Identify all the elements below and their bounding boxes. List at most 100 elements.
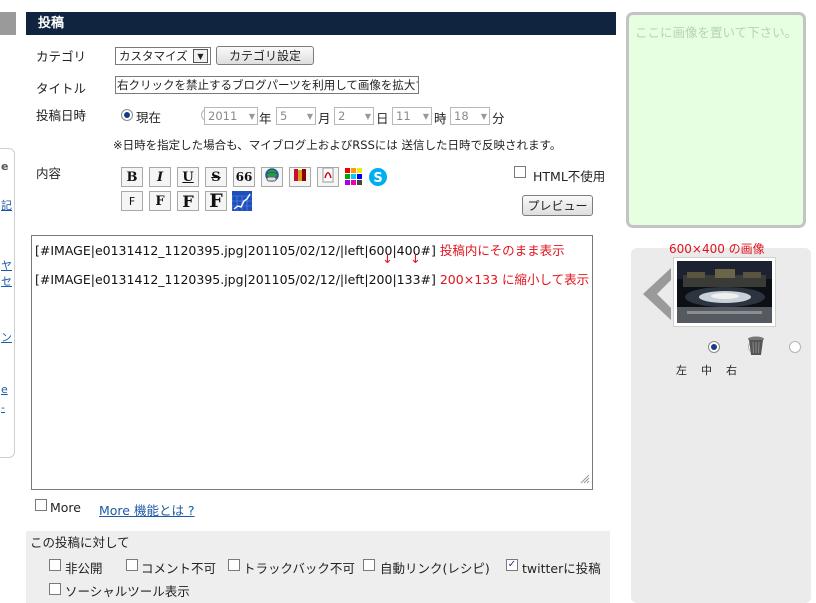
file-attach-button[interactable]: [317, 167, 339, 187]
title-input[interactable]: 右クリックを禁止するブログパーツを利用して画像を拡大する: [115, 76, 419, 94]
no-trackback-checkbox[interactable]: [228, 559, 240, 571]
hour-suffix: 時: [434, 111, 447, 126]
font-size-custom-button[interactable]: [231, 191, 252, 214]
align-right-label: 右: [726, 364, 737, 377]
arrow-down-icon: ↓: [382, 252, 393, 267]
year-value: 2011: [208, 109, 238, 123]
image-caption: 600×400 の画像: [669, 242, 765, 256]
preview-button[interactable]: プレビュー: [522, 195, 593, 216]
annotation-resized: 200×133 に縮小して表示: [439, 272, 590, 287]
html-disable-checkbox[interactable]: [514, 166, 526, 178]
chevron-down-icon: ▼: [364, 111, 371, 121]
image-tag-resized: [#IMAGE|e0131412_1120395.jpg|201105/02/1…: [35, 272, 436, 287]
datetime-now-label: 現在: [136, 110, 162, 125]
minute-value: 18: [454, 109, 469, 123]
social-tools-label: ソーシャルツール表示: [65, 584, 190, 599]
font-size-normal-button[interactable]: F: [149, 191, 171, 211]
sidebar-link-fragment[interactable]: 記: [1, 197, 12, 213]
image-tag-original: [#IMAGE|e0131412_1120395.jpg|201105/02/1…: [35, 243, 436, 258]
auto-link-checkbox[interactable]: [363, 559, 375, 571]
image-thumbnail[interactable]: [673, 257, 776, 327]
font-size-smaller-button[interactable]: F: [121, 191, 143, 211]
chevron-down-icon: ▼: [306, 111, 313, 121]
editor-line-2: [#IMAGE|e0131412_1120395.jpg|201105/02/1…: [35, 269, 589, 288]
title-label: タイトル: [36, 81, 87, 96]
align-center-label: 中: [701, 364, 712, 377]
content-editor[interactable]: [#IMAGE|e0131412_1120395.jpg|201105/02/1…: [31, 235, 593, 490]
color-grid-icon: [345, 168, 363, 189]
underline-button[interactable]: U: [177, 167, 199, 187]
chevron-down-icon: ▼: [480, 111, 487, 121]
night-fountain-photo: [677, 261, 772, 323]
sidebar-link-fragment[interactable]: ン: [1, 329, 12, 345]
skype-icon: S: [367, 168, 389, 191]
private-label: 非公開: [65, 561, 103, 576]
day-suffix: 日: [376, 111, 389, 126]
datetime-now-radio[interactable]: [121, 109, 133, 121]
twitter-label: twitterに投稿: [522, 561, 601, 576]
no-comment-label: コメント不可: [141, 561, 217, 576]
auto-link-label: 自動リンク(レシピ): [380, 561, 490, 576]
category-settings-button[interactable]: カテゴリ設定: [216, 46, 314, 65]
trash-can-icon: [747, 336, 765, 359]
no-comment-checkbox[interactable]: [126, 559, 138, 571]
emoji-button[interactable]: [289, 167, 311, 187]
sidebar-fragment: e: [1, 160, 9, 173]
sidebar-link-fragment[interactable]: セ: [1, 273, 12, 289]
datetime-label: 投稿日時: [36, 108, 87, 123]
sidebar-link-fragment[interactable]: e: [1, 383, 8, 396]
svg-text:S: S: [373, 171, 382, 186]
image-drop-zone[interactable]: ここに画像を置いて下さい。: [626, 12, 806, 228]
hour-select[interactable]: 11 ▼: [392, 107, 432, 125]
more-help-link[interactable]: More 機能とは ?: [99, 500, 195, 519]
italic-button[interactable]: I: [149, 167, 171, 187]
social-tools-checkbox[interactable]: [49, 583, 61, 595]
editor-line-1: [#IMAGE|e0131412_1120395.jpg|201105/02/1…: [35, 240, 565, 259]
sidebar-link-fragment[interactable]: -: [1, 401, 5, 414]
sidebar-link-fragment[interactable]: ヤ: [1, 257, 12, 273]
year-select[interactable]: 2011 ▼: [204, 107, 258, 125]
post-options-heading: この投稿に対して: [30, 535, 130, 550]
section-header: 投稿: [26, 12, 616, 35]
annotation-original: 投稿内にそのまま表示: [439, 243, 565, 258]
twitter-checkbox[interactable]: ✓: [506, 559, 518, 571]
month-suffix: 月: [318, 111, 331, 126]
chevron-down-icon: ▼: [193, 49, 208, 63]
books-icon: [292, 167, 308, 187]
font-size-graph-icon: [231, 191, 252, 214]
delete-image-button[interactable]: [747, 336, 765, 359]
skype-button[interactable]: S: [367, 166, 389, 188]
color-palette-button[interactable]: [345, 168, 363, 186]
minute-suffix: 分: [492, 111, 505, 126]
arrow-down-icon: ↓: [410, 252, 421, 267]
more-checkbox[interactable]: [35, 499, 47, 511]
html-disable-label: HTML不使用: [533, 169, 606, 184]
gallery-prev-arrow-icon[interactable]: [643, 268, 673, 323]
link-button[interactable]: [261, 167, 283, 187]
font-size-larger-button[interactable]: F: [205, 190, 227, 212]
left-sidebar-header-edge: [0, 12, 16, 35]
resize-grip-icon[interactable]: [580, 473, 590, 487]
font-size-large-button[interactable]: F: [177, 191, 199, 211]
left-sidebar-panel: e 記 ヤ セ ン e -: [0, 148, 15, 458]
hour-value: 11: [396, 109, 411, 123]
day-value: 2: [338, 109, 346, 123]
category-select-value: カスタマイズ: [119, 49, 188, 63]
private-checkbox[interactable]: [49, 559, 61, 571]
content-label: 内容: [36, 166, 62, 181]
year-suffix: 年: [259, 111, 272, 126]
minute-select[interactable]: 18 ▼: [450, 107, 490, 125]
datetime-note: ※日時を指定した場合も、マイブログ上およびRSSには 送信した日時で反映されます…: [113, 138, 562, 152]
day-select[interactable]: 2 ▼: [334, 107, 374, 125]
quote-button[interactable]: 66: [233, 167, 255, 187]
bold-button[interactable]: B: [121, 167, 143, 187]
link-globe-icon: [264, 167, 280, 187]
strikethrough-button[interactable]: S: [205, 167, 227, 187]
more-label: More: [50, 500, 81, 515]
category-label: カテゴリ: [36, 49, 87, 64]
month-select[interactable]: 5 ▼: [276, 107, 316, 125]
pdf-icon: [320, 167, 336, 187]
category-select[interactable]: カスタマイズ ▼: [115, 47, 211, 65]
align-left-radio[interactable]: [707, 341, 720, 353]
no-trackback-label: トラックバック不可: [243, 561, 355, 576]
